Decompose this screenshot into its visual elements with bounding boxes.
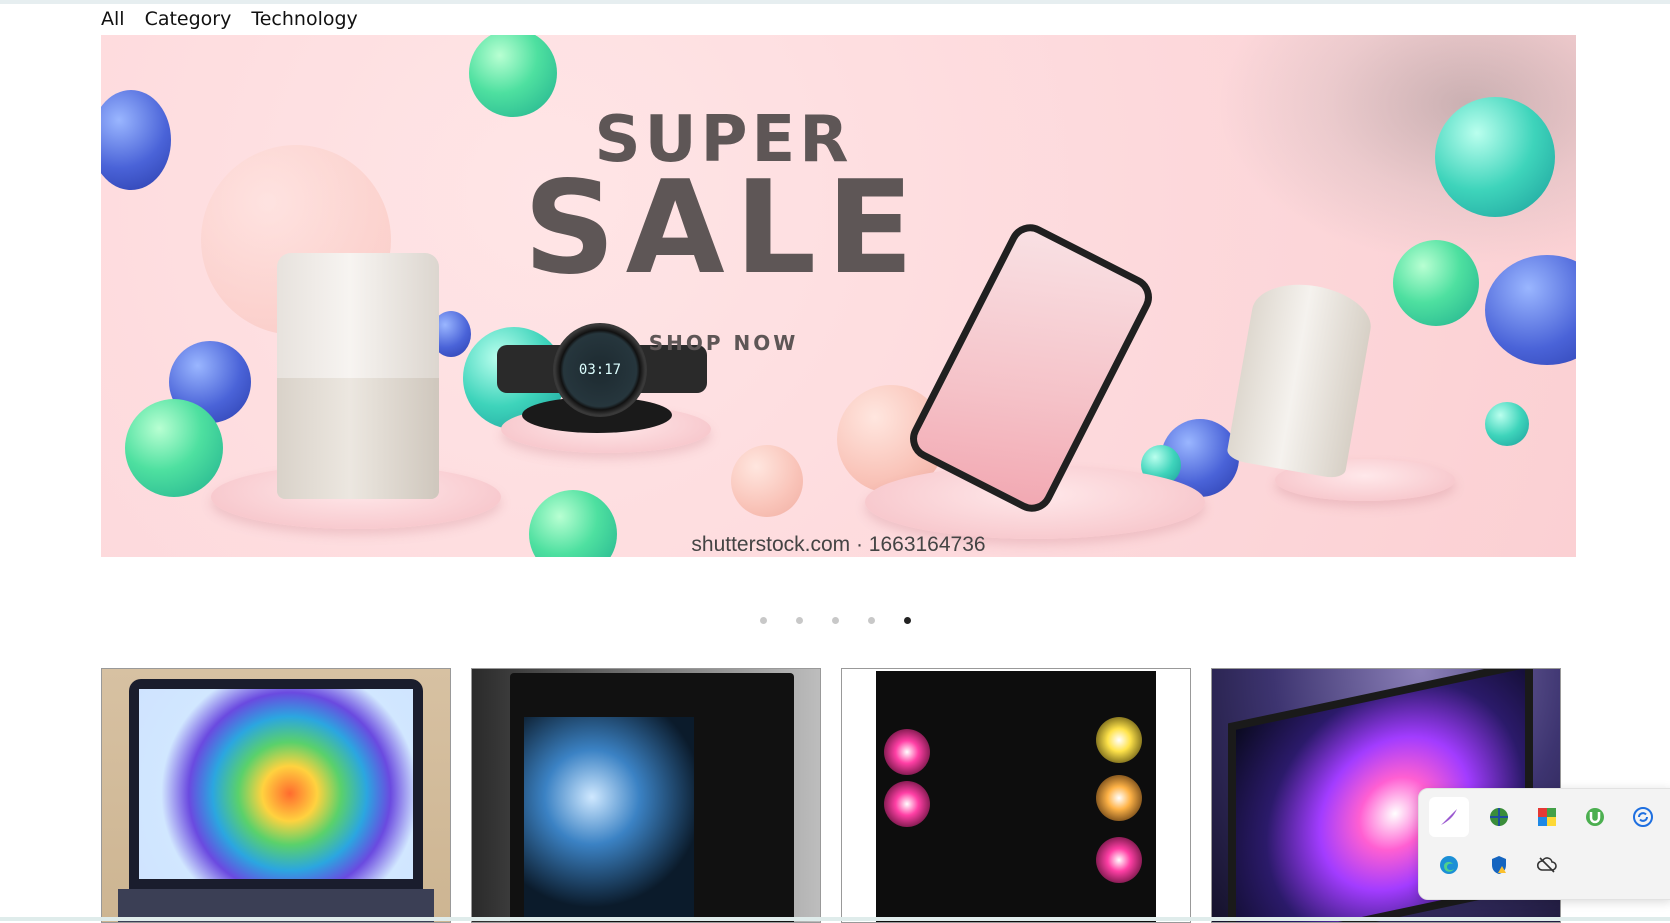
sphere-decoration — [731, 445, 803, 517]
fan-image — [884, 729, 930, 775]
carousel-dot-active[interactable] — [904, 617, 911, 624]
edge-icon[interactable] — [1429, 845, 1469, 885]
sphere-decoration — [125, 399, 223, 497]
security-shield-icon[interactable] — [1479, 845, 1519, 885]
top-border — [0, 0, 1670, 4]
nav-item-all[interactable]: All — [101, 8, 125, 30]
headline-sale: SALE — [523, 154, 924, 303]
carousel-indicators — [760, 617, 911, 624]
bottom-border — [0, 917, 1670, 921]
watch-time: 03:17 — [578, 362, 622, 378]
product-card-rgb-gaming-pc[interactable] — [841, 668, 1191, 923]
fan-image — [1096, 775, 1142, 821]
image-watermark-caption: shutterstock.com · 1663164736 — [691, 533, 986, 556]
carousel-dot[interactable] — [760, 617, 767, 624]
shop-now-link[interactable]: SHOP NOW — [101, 331, 1461, 355]
system-tray-overflow — [1418, 788, 1670, 900]
nav-item-technology[interactable]: Technology — [251, 8, 357, 30]
fan-image — [884, 781, 930, 827]
carousel-dot[interactable] — [832, 617, 839, 624]
utorrent-icon[interactable] — [1575, 797, 1615, 837]
cloud-offline-icon[interactable] — [1527, 845, 1567, 885]
sphere-decoration — [1485, 402, 1529, 446]
smart-speaker-image — [1225, 275, 1377, 481]
globe-icon[interactable] — [1479, 797, 1519, 837]
color-grid-icon[interactable] — [1527, 797, 1567, 837]
product-card-laptop[interactable] — [101, 668, 451, 923]
pc-case-image — [510, 673, 794, 922]
top-nav: All Category Technology — [101, 8, 358, 30]
sphere-decoration — [1485, 255, 1576, 365]
carousel-dot[interactable] — [868, 617, 875, 624]
product-card-water-cooled-pc[interactable] — [471, 668, 821, 923]
fan-image — [1096, 717, 1142, 763]
fan-image — [1096, 837, 1142, 883]
pc-case-image — [876, 671, 1156, 922]
laptop-image — [129, 679, 423, 889]
carousel-dot[interactable] — [796, 617, 803, 624]
nav-item-category[interactable]: Category — [145, 8, 232, 30]
sync-icon[interactable] — [1623, 797, 1663, 837]
feather-icon[interactable] — [1429, 797, 1469, 837]
hero-banner[interactable]: 03:17 SUPER SALE SHOP NOW — [101, 35, 1576, 557]
